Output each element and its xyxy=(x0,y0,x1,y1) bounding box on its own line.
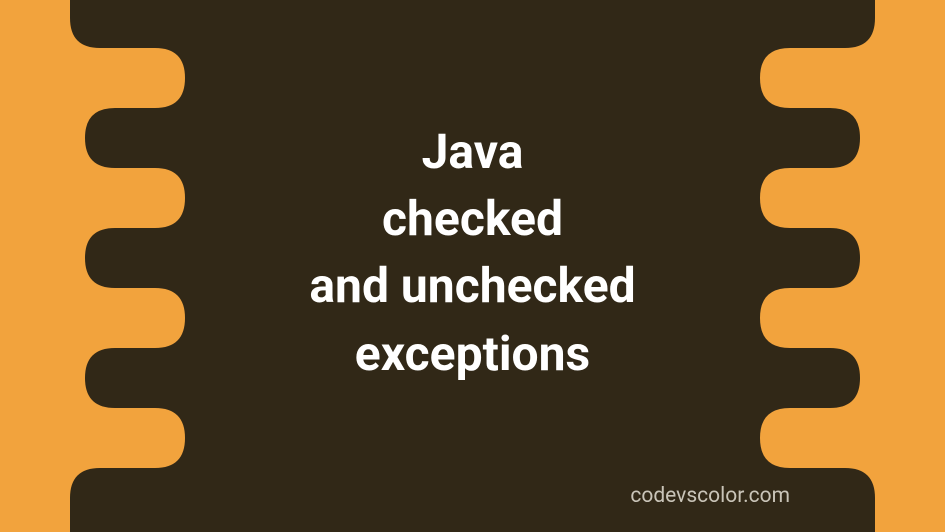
watermark-text: codevscolor.com xyxy=(630,484,790,508)
main-title: Java checked and unchecked exceptions xyxy=(309,118,635,387)
